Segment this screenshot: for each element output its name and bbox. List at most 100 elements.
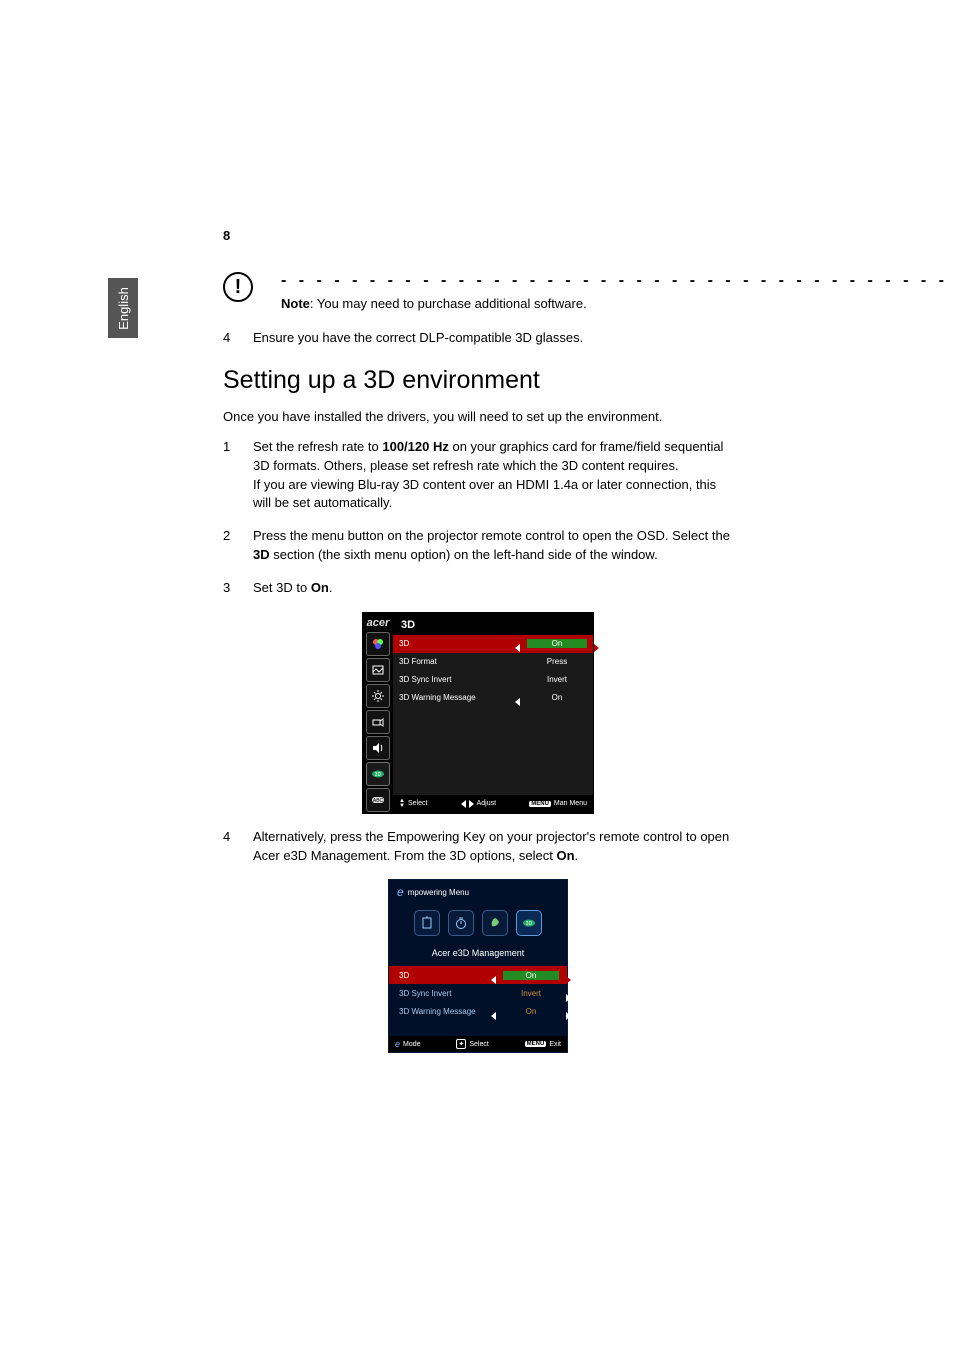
right-arrow-icon — [594, 661, 599, 670]
emp-body: 3D On 3D Sync Invert Invert 3D Warnin — [389, 966, 567, 1036]
dpad-icon: ✦ — [456, 1039, 466, 1049]
osd-row: 3D On — [393, 635, 593, 653]
step-post: section (the sixth menu option) on the l… — [270, 547, 658, 562]
note-label: Note — [281, 296, 310, 311]
osd-foot-label: Adjust — [477, 800, 496, 807]
osd-row: 3D Warning Message On — [393, 689, 593, 707]
osd-menu: acer 3D ABC 3D 3D On — [362, 612, 594, 814]
emp-subtitle: Acer e3D Management — [389, 944, 567, 966]
menu-key-icon: MENU — [529, 801, 551, 807]
emp-foot-select: ✦Select — [456, 1039, 488, 1049]
right-arrow-icon — [566, 993, 571, 1002]
right-arrow-icon — [566, 1011, 571, 1020]
color-icon — [366, 632, 390, 656]
osd-foot-select: Select — [399, 799, 427, 809]
osd-figure: acer 3D ABC 3D 3D On — [223, 612, 733, 814]
osd-foot-label: Select — [408, 800, 427, 807]
emp-foot-label: Select — [469, 1041, 488, 1048]
empowering-figure: e mpowering Menu 3D Acer e3D Management … — [223, 879, 733, 1053]
step-number: 4 — [223, 828, 253, 866]
note-block: ! - - - - - - - - - - - - - - - - - - - … — [223, 272, 733, 311]
osd-title: 3D — [393, 613, 593, 635]
right-arrow-icon — [566, 975, 571, 984]
list-item: 4 Ensure you have the correct DLP-compat… — [223, 329, 733, 348]
osd-brand: acer — [363, 613, 393, 631]
updown-icon — [399, 799, 405, 809]
step-text: Ensure you have the correct DLP-compatib… — [253, 329, 733, 348]
step-bold: 3D — [253, 547, 270, 562]
left-arrow-icon — [491, 975, 496, 984]
step-text: Set the refresh rate to 100/120 Hz on yo… — [253, 438, 733, 513]
step-pre: Set the refresh rate to — [253, 439, 382, 454]
osd-foot-label: Man Menu — [554, 800, 587, 807]
right-arrow-icon — [594, 643, 599, 652]
emp-row-label: 3D — [399, 971, 503, 980]
projection-icon — [366, 710, 390, 734]
emp-header: e mpowering Menu — [389, 880, 567, 904]
osd-row-value: Invert — [527, 675, 587, 684]
step-list: 1 Set the refresh rate to 100/120 Hz on … — [223, 438, 733, 598]
step-extra: If you are viewing Blu-ray 3D content ov… — [253, 477, 716, 511]
osd-value-text: Invert — [547, 675, 567, 684]
alert-icon: ! — [223, 272, 253, 302]
intro-text: Once you have installed the drivers, you… — [223, 409, 733, 424]
gear-icon — [366, 684, 390, 708]
emp-value-text: On — [526, 971, 537, 980]
osd-row-label: 3D — [399, 639, 527, 648]
left-arrow-icon — [461, 800, 466, 808]
right-arrow-icon — [594, 679, 599, 688]
emp-tabs: 3D — [389, 904, 567, 944]
list-item: 1 Set the refresh rate to 100/120 Hz on … — [223, 438, 733, 513]
osd-spacer — [393, 707, 593, 795]
emp-value-text: On — [526, 1007, 537, 1016]
list-item: 4 Alternatively, press the Empowering Ke… — [223, 828, 733, 866]
step-text: Press the menu button on the projector r… — [253, 527, 733, 565]
osd-row-value: Press — [527, 657, 587, 666]
svg-text:3D: 3D — [526, 921, 533, 927]
osd-foot-adjust: Adjust — [461, 800, 496, 808]
note-divider: - - - - - - - - - - - - - - - - - - - - … — [281, 272, 954, 290]
list-item: 3 Set 3D to On. — [223, 579, 733, 598]
osd-row-label: 3D Warning Message — [399, 693, 527, 702]
osd-row: 3D Format Press — [393, 653, 593, 671]
list-item: 2 Press the menu button on the projector… — [223, 527, 733, 565]
language-icon: ABC — [366, 788, 390, 812]
step-number: 1 — [223, 438, 253, 513]
osd-value-text: On — [552, 639, 563, 648]
step-pre: Set 3D to — [253, 580, 311, 595]
e-logo-icon: e — [395, 1039, 400, 1049]
emp-row: 3D On — [389, 966, 567, 984]
note-text: Note: You may need to purchase additiona… — [281, 296, 954, 311]
emp-row: 3D Warning Message On — [389, 1002, 567, 1020]
osd-foot-menu: MENUMan Menu — [529, 800, 587, 807]
view-tab-icon — [414, 910, 440, 936]
right-arrow-icon — [594, 697, 599, 706]
emp-foot-exit: MENUExit — [525, 1041, 561, 1048]
step-post: . — [329, 580, 333, 595]
step-bold: 100/120 Hz — [382, 439, 449, 454]
osd-body: 3D 3D On 3D Format Press — [393, 613, 593, 813]
emp-foot-mode: eMode — [395, 1039, 421, 1049]
emp-row-value: On — [503, 1007, 559, 1016]
top-step-list: 4 Ensure you have the correct DLP-compat… — [223, 329, 733, 348]
osd-row-label: 3D Format — [399, 657, 527, 666]
audio-icon — [366, 736, 390, 760]
eco-tab-icon — [482, 910, 508, 936]
step-post: . — [575, 848, 579, 863]
left-arrow-icon — [515, 643, 520, 652]
left-arrow-icon — [491, 1011, 496, 1020]
e-logo-icon: e — [397, 885, 404, 899]
step-bold: On — [311, 580, 329, 595]
emp-foot-label: Mode — [403, 1041, 421, 1048]
page-content: ! - - - - - - - - - - - - - - - - - - - … — [223, 272, 733, 1067]
step-pre: Alternatively, press the Empowering Key … — [253, 829, 729, 863]
osd-row-value: On — [527, 693, 587, 702]
note-body: - - - - - - - - - - - - - - - - - - - - … — [281, 272, 954, 311]
section-heading: Setting up a 3D environment — [223, 366, 733, 395]
step-bold: On — [556, 848, 574, 863]
image-icon — [366, 658, 390, 682]
menu-key-icon: MENU — [525, 1041, 547, 1047]
osd-row: 3D Sync Invert Invert — [393, 671, 593, 689]
step-list-2: 4 Alternatively, press the Empowering Ke… — [223, 828, 733, 866]
emp-row-value: On — [503, 971, 559, 980]
